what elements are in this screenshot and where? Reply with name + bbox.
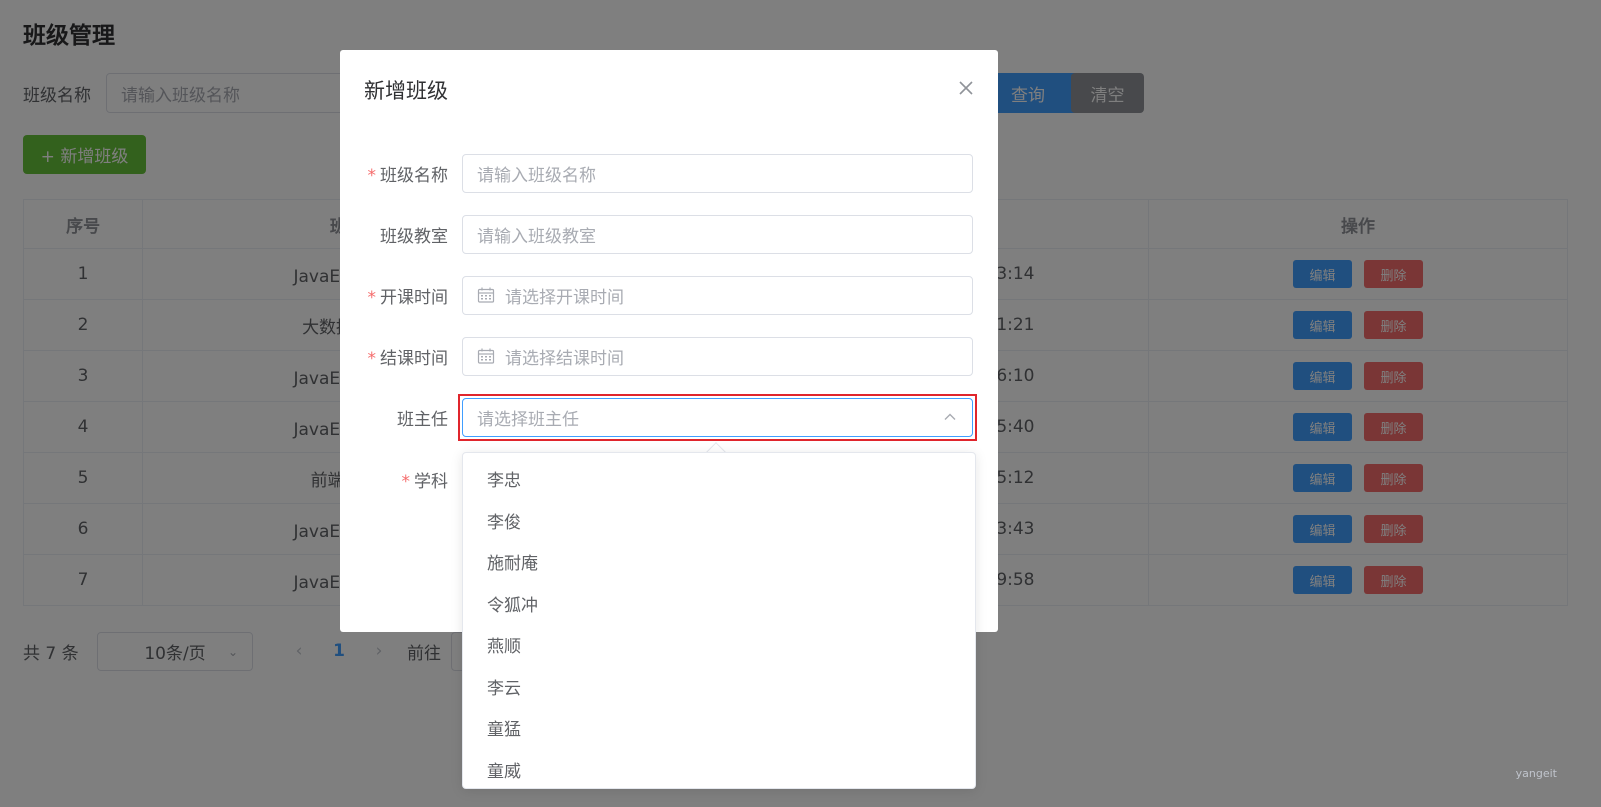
class-room-input[interactable]: 请输入班级教室 — [462, 214, 973, 254]
name-label: * 班级名称 — [367, 165, 449, 186]
dropdown-option[interactable]: 李忠 — [463, 461, 975, 503]
dropdown-option[interactable]: 施耐庵 — [463, 544, 975, 586]
dropdown-option[interactable]: 令狐冲 — [463, 586, 975, 628]
calendar-icon — [477, 287, 495, 303]
highlight-box — [458, 394, 977, 441]
begin-date-placeholder: 请选择开课时间 — [505, 287, 624, 308]
class-master-dropdown: 李忠 李俊 施耐庵 令狐冲 燕顺 李云 童猛 童威 — [462, 452, 976, 789]
dropdown-option[interactable]: 李云 — [463, 669, 975, 711]
end-date-picker[interactable]: 请选择结课时间 — [462, 336, 973, 376]
required-mark: * — [367, 165, 377, 186]
dropdown-option[interactable]: 童威 — [463, 752, 975, 789]
form-row-end: * 结课时间 请选择结课时间 — [340, 336, 998, 376]
room-label: 班级教室 — [380, 226, 448, 247]
begin-label: * 开课时间 — [367, 287, 449, 308]
calendar-icon — [477, 348, 495, 364]
form-row-name: * 班级名称 请输入班级名称 — [340, 153, 998, 193]
close-icon[interactable] — [956, 78, 976, 98]
required-mark: * — [401, 471, 411, 492]
required-mark: * — [367, 287, 377, 308]
class-name-input[interactable]: 请输入班级名称 — [462, 153, 973, 193]
required-mark: * — [367, 348, 377, 369]
class-room-placeholder: 请输入班级教室 — [477, 226, 596, 247]
end-label: * 结课时间 — [367, 348, 449, 369]
begin-date-picker[interactable]: 请选择开课时间 — [462, 275, 973, 315]
subject-label: * 学科 — [401, 471, 449, 492]
master-label: 班主任 — [397, 409, 448, 430]
dropdown-option[interactable]: 燕顺 — [463, 627, 975, 669]
class-name-placeholder: 请输入班级名称 — [477, 165, 596, 186]
watermark: yangeit — [1515, 767, 1557, 780]
form-row-begin: * 开课时间 请选择开课时间 — [340, 275, 998, 315]
dropdown-option[interactable]: 李俊 — [463, 503, 975, 545]
dropdown-option[interactable]: 童猛 — [463, 710, 975, 752]
dialog-title: 新增班级 — [364, 79, 448, 103]
form-row-room: 班级教室 请输入班级教室 — [340, 214, 998, 254]
end-date-placeholder: 请选择结课时间 — [505, 348, 624, 369]
